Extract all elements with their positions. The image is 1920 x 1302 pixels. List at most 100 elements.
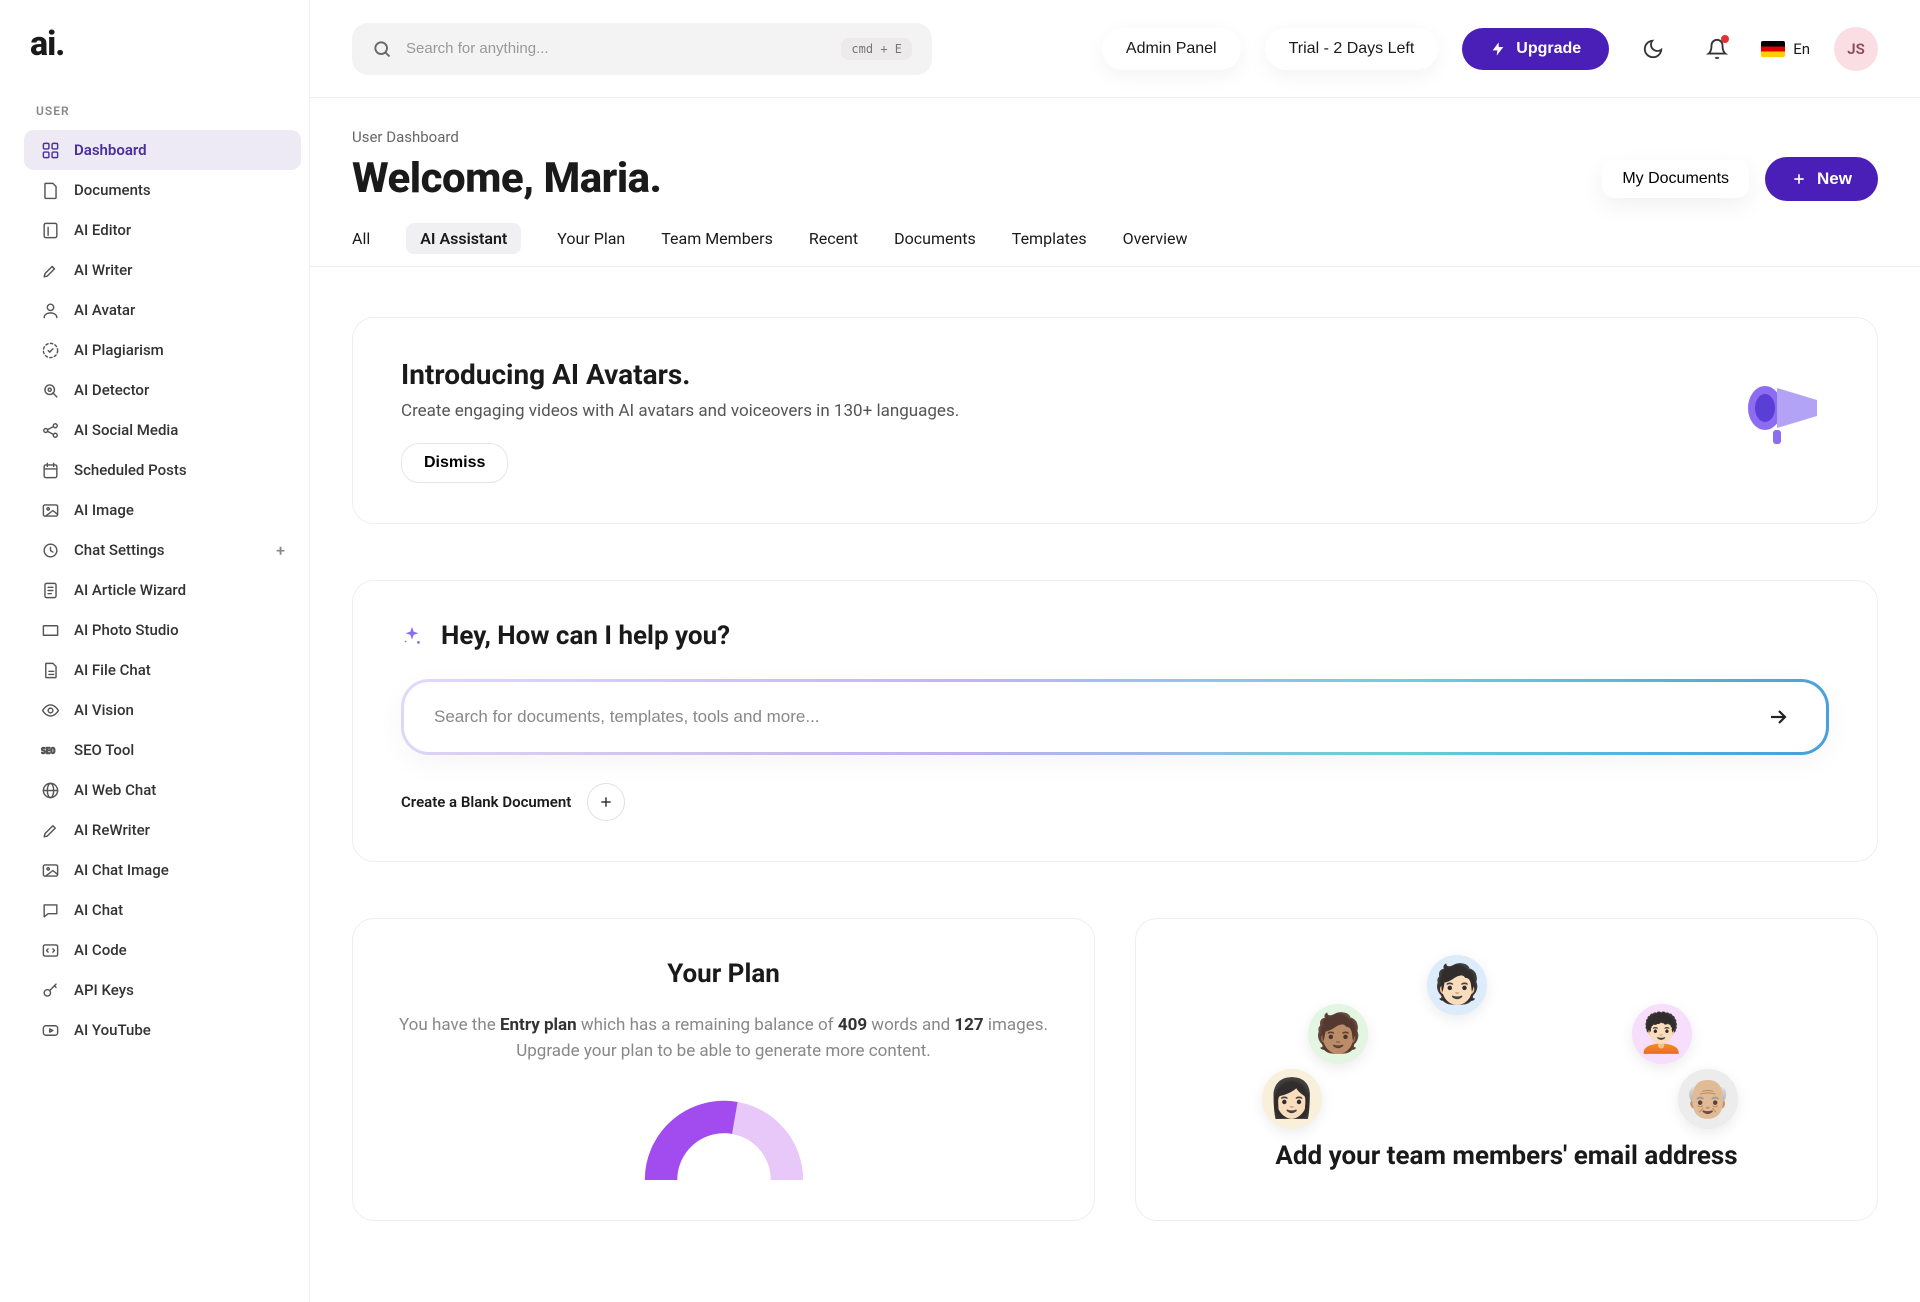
plus-icon[interactable]: + — [276, 541, 285, 560]
sidebar-item-ai-writer[interactable]: AI Writer — [24, 250, 301, 290]
assistant-title: Hey, How can I help you? — [441, 621, 730, 651]
dismiss-button[interactable]: Dismiss — [401, 443, 508, 483]
kbd-hint: cmd + E — [841, 38, 912, 60]
sidebar-item-ai-detector[interactable]: AI Detector — [24, 370, 301, 410]
create-blank-label: Create a Blank Document — [401, 793, 571, 811]
sidebar-item-label: AI Web Chat — [74, 781, 156, 799]
plan-description: You have the Entry plan which has a rema… — [393, 1013, 1054, 1064]
submit-arrow-button[interactable] — [1762, 700, 1796, 734]
tab-ai-assistant[interactable]: AI Assistant — [406, 223, 521, 254]
sidebar-item-ai-editor[interactable]: AI Editor — [24, 210, 301, 250]
search-icon — [372, 39, 392, 59]
file-icon — [40, 660, 60, 680]
social-icon — [40, 420, 60, 440]
sidebar-item-label: Chat Settings — [74, 541, 164, 559]
dark-mode-toggle[interactable] — [1633, 29, 1673, 69]
image-icon — [40, 500, 60, 520]
language-selector[interactable]: En — [1761, 40, 1810, 58]
sidebar-item-dashboard[interactable]: Dashboard — [24, 130, 301, 170]
bolt-icon — [1490, 41, 1506, 57]
assistant-card: Hey, How can I help you? Create a Blank … — [352, 580, 1878, 862]
sidebar-item-ai-file-chat[interactable]: AI File Chat — [24, 650, 301, 690]
sidebar-item-label: AI Writer — [74, 261, 132, 279]
tab-team-members[interactable]: Team Members — [661, 223, 773, 254]
sidebar-nav: Dashboard DocumentsAI Editor AI Writer AI A… — [24, 130, 301, 1050]
editor-icon — [40, 220, 60, 240]
admin-panel-button[interactable]: Admin Panel — [1102, 28, 1241, 70]
sidebar-item-api-keys[interactable]: API Keys — [24, 970, 301, 1010]
seo-icon: SEO — [40, 740, 60, 760]
tab-overview[interactable]: Overview — [1123, 223, 1188, 254]
tab-templates[interactable]: Templates — [1012, 223, 1087, 254]
main: cmd + E Admin Panel Trial - 2 Days Left … — [310, 0, 1920, 1302]
sidebar-item-ai-plagiarism[interactable]: AI Plagiarism — [24, 330, 301, 370]
sidebar-item-documents[interactable]: Documents — [24, 170, 301, 210]
sidebar-item-label: AI Detector — [74, 381, 149, 399]
sidebar-item-label: AI YouTube — [74, 1021, 151, 1039]
lang-label: En — [1793, 40, 1810, 58]
create-blank-button[interactable] — [587, 783, 625, 821]
top-search[interactable]: cmd + E — [352, 23, 932, 75]
plan-card: Your Plan You have the Entry plan which … — [352, 918, 1095, 1221]
my-documents-button[interactable]: My Documents — [1602, 160, 1749, 198]
sidebar-item-scheduled-posts[interactable]: Scheduled Posts — [24, 450, 301, 490]
trial-button[interactable]: Trial - 2 Days Left — [1265, 28, 1439, 70]
sidebar-item-label: AI ReWriter — [74, 821, 150, 839]
writer-icon — [40, 260, 60, 280]
sidebar-item-label: Dashboard — [74, 141, 147, 159]
logo: ai. — [30, 24, 301, 64]
code-icon — [40, 940, 60, 960]
sidebar-item-ai-social-media[interactable]: AI Social Media — [24, 410, 301, 450]
sidebar-item-ai-image[interactable]: AI Image — [24, 490, 301, 530]
plus-icon — [1791, 171, 1807, 187]
sidebar-item-ai-rewriter[interactable]: AI ReWriter — [24, 810, 301, 850]
assistant-search[interactable] — [401, 679, 1829, 755]
sidebar-item-ai-web-chat[interactable]: AI Web Chat — [24, 770, 301, 810]
team-card: 🧑🏻🧑🏽 🧑🏻‍🦱👩🏻👴🏼 Add your team members' ema… — [1135, 918, 1878, 1221]
vision-icon — [40, 700, 60, 720]
sidebar-item-ai-chat[interactable]: AI Chat — [24, 890, 301, 930]
tab-all[interactable]: All — [352, 223, 370, 254]
plan-title: Your Plan — [393, 959, 1054, 989]
sidebar-item-ai-avatar[interactable]: AI Avatar — [24, 290, 301, 330]
sidebar-item-label: AI Photo Studio — [74, 621, 179, 639]
upgrade-button[interactable]: Upgrade — [1462, 28, 1609, 70]
photo-icon — [40, 620, 60, 640]
key-icon — [40, 980, 60, 1000]
web-icon — [40, 780, 60, 800]
sidebar-item-label: SEO Tool — [74, 741, 134, 759]
sidebar-item-seo-tool[interactable]: SEO SEO Tool — [24, 730, 301, 770]
detector-icon — [40, 380, 60, 400]
sidebar-item-ai-youtube[interactable]: AI YouTube — [24, 1010, 301, 1050]
sidebar-item-ai-article-wizard[interactable]: AI Article Wizard — [24, 570, 301, 610]
notification-dot — [1721, 35, 1729, 43]
sidebar-item-ai-photo-studio[interactable]: AI Photo Studio — [24, 610, 301, 650]
tab-recent[interactable]: Recent — [809, 223, 858, 254]
avatar[interactable]: JS — [1834, 27, 1878, 71]
sidebar-item-label: AI Vision — [74, 701, 134, 719]
rewriter-icon — [40, 820, 60, 840]
upgrade-label: Upgrade — [1516, 40, 1581, 58]
assistant-search-input[interactable] — [434, 707, 1762, 727]
sidebar: ai. User Dashboard DocumentsAI Editor AI W… — [0, 0, 310, 1302]
new-button[interactable]: New — [1765, 157, 1878, 201]
sidebar-item-label: API Keys — [74, 981, 134, 999]
sidebar-item-ai-code[interactable]: AI Code — [24, 930, 301, 970]
article-icon — [40, 580, 60, 600]
sidebar-item-label: AI Social Media — [74, 421, 178, 439]
topbar: cmd + E Admin Panel Trial - 2 Days Left … — [310, 0, 1920, 98]
sidebar-item-label: AI Chat — [74, 901, 123, 919]
chat-icon — [40, 900, 60, 920]
chat-image-icon — [40, 860, 60, 880]
sidebar-item-ai-chat-image[interactable]: AI Chat Image — [24, 850, 301, 890]
announcement-card: Introducing AI Avatars. Create engaging … — [352, 317, 1878, 524]
sidebar-item-chat-settings[interactable]: Chat Settings + — [24, 530, 301, 570]
tab-documents[interactable]: Documents — [894, 223, 976, 254]
breadcrumb: User Dashboard — [352, 128, 1878, 146]
notifications-button[interactable] — [1697, 29, 1737, 69]
top-search-input[interactable] — [406, 40, 827, 57]
sidebar-item-ai-vision[interactable]: AI Vision — [24, 690, 301, 730]
youtube-icon — [40, 1020, 60, 1040]
tab-your-plan[interactable]: Your Plan — [557, 223, 625, 254]
sidebar-section-label: User — [36, 104, 301, 118]
